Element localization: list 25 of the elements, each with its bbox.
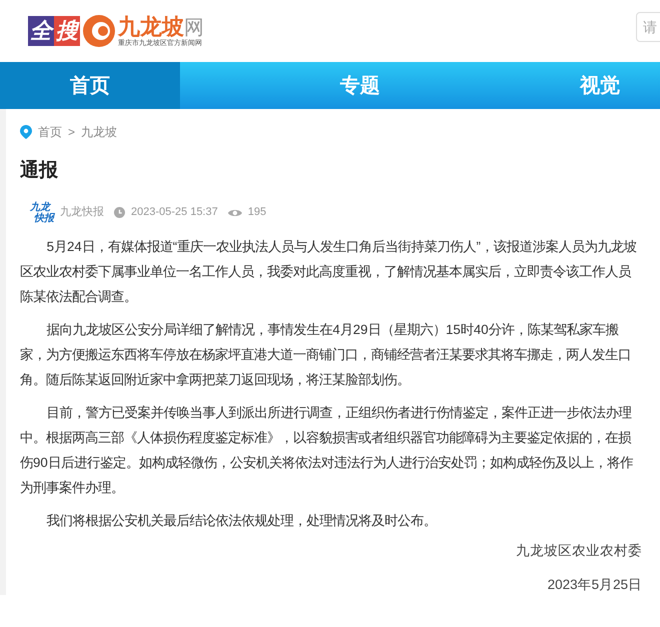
author-avatar: 九龙 快报 — [30, 202, 54, 224]
logo-name: 九龙坡 — [118, 16, 184, 38]
breadcrumb-separator: > — [68, 124, 76, 141]
article-title: 通报 — [20, 158, 59, 183]
view-count: 195 — [248, 205, 266, 220]
publish-time: 2023-05-25 15:37 — [131, 205, 218, 220]
eye-icon — [228, 208, 242, 218]
breadcrumb-link[interactable]: 九龙坡 — [81, 123, 118, 141]
nav-tab[interactable]: 专题 — [180, 62, 540, 109]
signature-date: 2023年5月25日 — [547, 576, 642, 594]
article-paragraph: 目前，警方已受案并传唤当事人到派出所进行调查，正组织伤者进行伤情鉴定，案件正进一步依法办理中。根据两高三部《人体损伤程度鉴定标准》，以容貌损害或者组织器官功能障碍为主要鉴定依据的，在损伤90日后进行鉴定。如构成轻微伤，公安机关将依法对违法行为人进行治安处罚；如构成轻伤及以上，将作为刑事案件办理。 — [20, 404, 634, 496]
location-pin-icon — [20, 125, 32, 139]
author-name: 九龙快报 — [60, 205, 104, 220]
logo-badge: 全 — [28, 16, 54, 46]
article-paragraph: 据向九龙坡区公安分局详细了解情况，事情发生在4月29日（星期六）15时40分许，陈某驾私家车搬家，为方便搬运东西将车停放在杨家坪直港大道一商铺门口，商铺经营者汪某要求其将车挪走，两人发生口角。随后陈某返回附近家中拿两把菜刀返回现场，将汪某脸部划伤。 — [20, 320, 632, 388]
nav-tab[interactable]: 视觉 — [540, 62, 660, 109]
article-paragraph: 5月24日，有媒体报道“重庆一农业执法人员与人发生口角后当街持菜刀伤人”，该报道涉案人员为九龙坡区农业农村委下属事业单位一名工作人员，我委对此高度重视，了解情况基本属实后，立即责令该工作人员陈某依法配合调查。 — [20, 238, 638, 306]
search-field[interactable]: 请 — [636, 12, 660, 42]
logo-badge: 搜 — [54, 16, 80, 46]
article-paragraph: 我们将根据公安机关最后结论依法依规处理，处理情况将及时公布。 — [46, 512, 438, 530]
nav-tab[interactable]: 首页 — [0, 62, 180, 109]
signature: 九龙坡区农业农村委 — [516, 542, 642, 560]
breadcrumb-link[interactable]: 首页 — [38, 123, 62, 141]
logo-suffix: 网 — [184, 18, 204, 38]
clock-icon — [114, 207, 125, 218]
